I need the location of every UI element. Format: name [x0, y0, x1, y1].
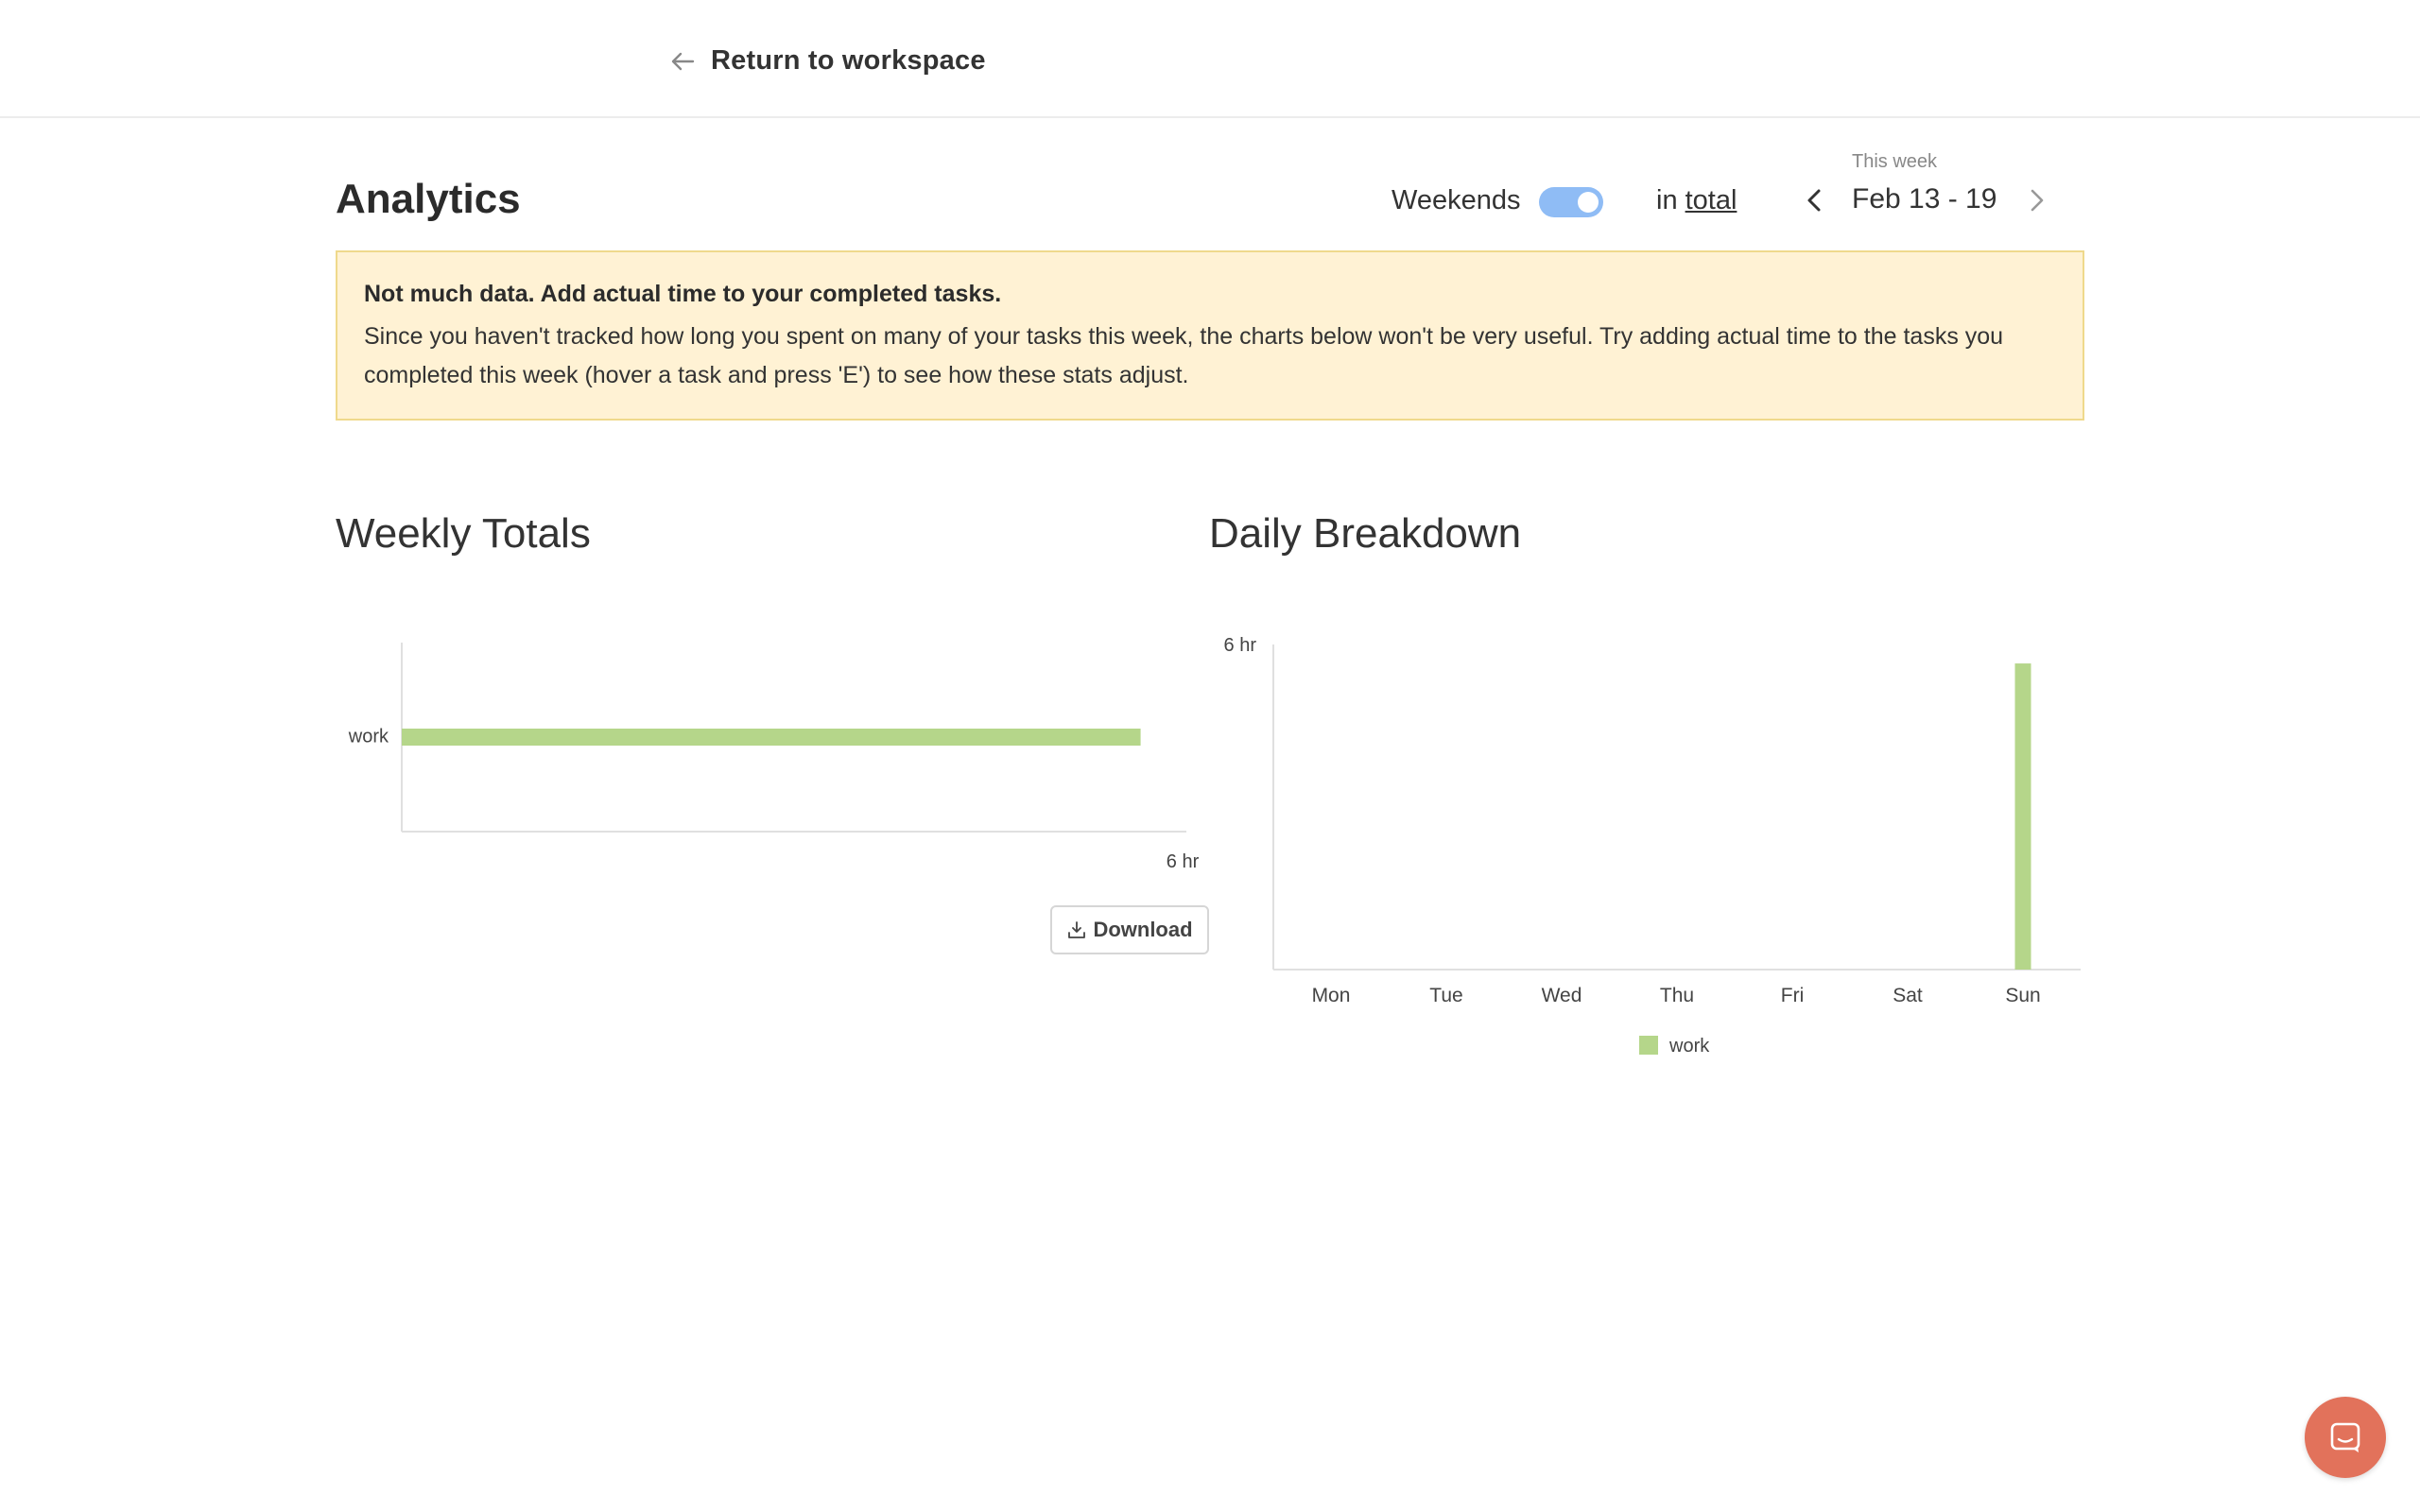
daily-bar-sun[interactable]: [2014, 663, 2031, 970]
week-caption: This week: [1852, 151, 1938, 172]
daily-x-tick-label: Tue: [1429, 985, 1462, 1006]
legend-swatch-work: [1639, 1036, 1658, 1055]
daily-x-tick-label: Wed: [1542, 985, 1582, 1006]
download-button[interactable]: Download: [1050, 905, 1209, 954]
top-bar: Return to workspace: [0, 0, 2420, 118]
daily-x-tick-label: Sun: [2005, 985, 2040, 1006]
in-label: in: [1656, 185, 1678, 215]
weekly-category-label: work: [348, 726, 389, 747]
week-range: Feb 13 - 19: [1852, 183, 1997, 215]
chat-icon: [2330, 1422, 2360, 1452]
notice-body: Since you haven't tracked how long you s…: [364, 323, 2004, 388]
weekends-label: Weekends: [1392, 185, 1521, 215]
page-title: Analytics: [336, 176, 521, 222]
total-dropdown[interactable]: total: [1685, 185, 1737, 215]
notice-title: Not much data. Add actual time to your c…: [364, 281, 1002, 307]
low-data-notice: Not much data. Add actual time to your c…: [336, 250, 2084, 421]
arrow-left-icon: [671, 52, 695, 70]
weekly-totals-chart: work 6 hr: [348, 643, 1200, 872]
download-label: Download: [1093, 918, 1193, 941]
daily-x-tick-label: Mon: [1312, 985, 1351, 1006]
legend-label-work: work: [1668, 1036, 1710, 1057]
weekly-x-tick-label: 6 hr: [1167, 851, 1200, 872]
weekly-totals-title: Weekly Totals: [336, 510, 591, 557]
toggle-knob: [1578, 192, 1599, 213]
measure-selector: in total: [1656, 185, 1737, 216]
chat-launcher-button[interactable]: [2305, 1397, 2386, 1478]
daily-x-tick-label: Fri: [1781, 985, 1805, 1006]
daily-x-tick-label: Thu: [1660, 985, 1694, 1006]
return-to-workspace-label: Return to workspace: [711, 45, 986, 76]
download-icon: [1068, 921, 1086, 938]
weekends-toggle[interactable]: [1539, 187, 1603, 217]
daily-y-tick-label: 6 hr: [1224, 635, 1257, 656]
daily-breakdown-title: Daily Breakdown: [1209, 510, 1522, 557]
chevron-left-icon[interactable]: [1800, 185, 1830, 215]
daily-x-tick-label: Sat: [1893, 985, 1923, 1006]
return-to-workspace-link[interactable]: Return to workspace: [667, 45, 986, 77]
daily-breakdown-chart: 6 hr Mon Tue Wed Thu Fri Sat Sun work: [1224, 635, 2081, 1057]
chevron-right-icon[interactable]: [2021, 185, 2051, 215]
weekly-bar-work[interactable]: [402, 729, 1141, 746]
